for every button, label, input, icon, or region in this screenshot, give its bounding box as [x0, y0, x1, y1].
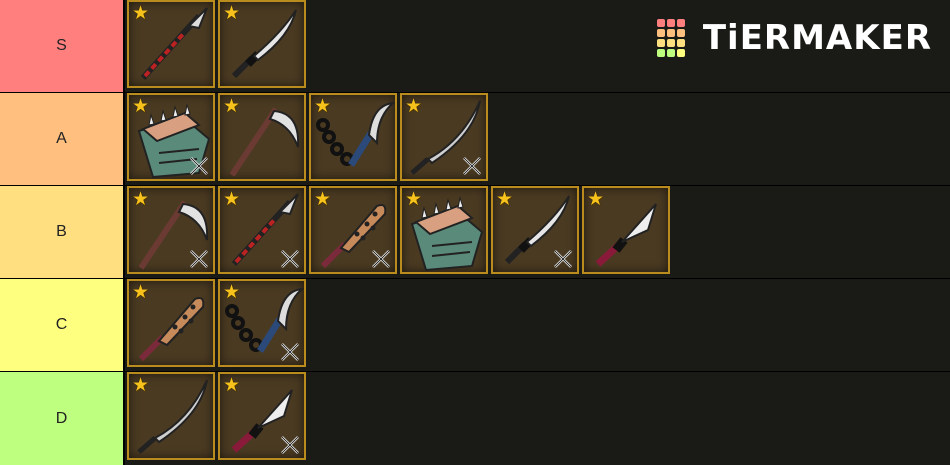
- star-icon: ★: [223, 189, 241, 210]
- logo-grid-icon: [656, 19, 695, 57]
- tier-board: D ★ ★ C ★ ★ B ★ ★ ★ ★ ★ ★ A ★ ★ ★ ★ S ★ ★ TiERMAKER: [0, 0, 950, 465]
- star-icon: ★: [132, 3, 150, 24]
- star-icon: ★: [587, 189, 605, 210]
- star-icon: ★: [496, 189, 514, 210]
- logo-text: TiERMAKER: [702, 18, 932, 58]
- crossed-swords-icon: [281, 250, 299, 268]
- star-icon: ★: [314, 96, 332, 117]
- crossed-swords-icon: [190, 250, 208, 268]
- crossed-swords-icon: [372, 250, 390, 268]
- star-icon: ★: [132, 375, 150, 396]
- tier-item-card[interactable]: ★: [218, 279, 306, 367]
- star-icon: ★: [405, 189, 423, 210]
- star-icon: ★: [223, 282, 241, 303]
- tier-item-card[interactable]: ★: [127, 93, 215, 181]
- star-icon: ★: [223, 375, 241, 396]
- tier-items: ★ ★: [125, 279, 950, 371]
- star-icon: ★: [132, 189, 150, 210]
- star-icon: ★: [405, 96, 423, 117]
- tier-items: ★ ★ ★ ★ ★ ★: [125, 186, 950, 278]
- tier-item-card[interactable]: ★: [400, 93, 488, 181]
- tier-item-card[interactable]: ★: [127, 372, 215, 460]
- tier-item-card[interactable]: ★: [491, 186, 579, 274]
- crossed-swords-icon: [554, 250, 572, 268]
- tiermaker-logo[interactable]: TiERMAKER: [656, 18, 932, 58]
- star-icon: ★: [223, 96, 241, 117]
- tier-row-a: A ★ ★ ★ ★: [0, 93, 950, 185]
- tier-item-card[interactable]: ★: [127, 0, 215, 88]
- tier-item-card[interactable]: ★: [582, 186, 670, 274]
- tier-row-c: C ★ ★: [0, 279, 950, 371]
- star-icon: ★: [223, 3, 241, 24]
- star-icon: ★: [314, 189, 332, 210]
- tier-item-card[interactable]: ★: [218, 372, 306, 460]
- tier-item-card[interactable]: ★: [400, 186, 488, 274]
- tier-item-card[interactable]: ★: [127, 279, 215, 367]
- tier-item-card[interactable]: ★: [218, 93, 306, 181]
- tier-label[interactable]: B: [0, 186, 125, 278]
- tier-item-card[interactable]: ★: [218, 186, 306, 274]
- star-icon: ★: [132, 96, 150, 117]
- tier-item-card[interactable]: ★: [309, 93, 397, 181]
- crossed-swords-icon: [463, 157, 481, 175]
- crossed-swords-icon: [190, 157, 208, 175]
- tier-label[interactable]: A: [0, 93, 125, 185]
- tier-row-b: B ★ ★ ★ ★ ★ ★: [0, 186, 950, 278]
- tier-item-card[interactable]: ★: [218, 0, 306, 88]
- tier-label[interactable]: S: [0, 0, 125, 92]
- tier-item-card[interactable]: ★: [309, 186, 397, 274]
- tier-item-card[interactable]: ★: [127, 186, 215, 274]
- tier-items: ★ ★: [125, 372, 950, 465]
- crossed-swords-icon: [281, 436, 299, 454]
- tier-items: ★ ★ ★ ★: [125, 93, 950, 185]
- star-icon: ★: [132, 282, 150, 303]
- tier-label[interactable]: C: [0, 279, 125, 371]
- tier-label[interactable]: D: [0, 372, 125, 465]
- tier-row-d: D ★ ★: [0, 372, 950, 465]
- crossed-swords-icon: [281, 343, 299, 361]
